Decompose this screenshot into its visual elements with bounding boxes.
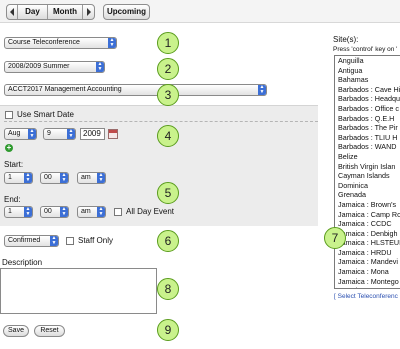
- start-minute-value: 00: [44, 174, 52, 181]
- select-arrows-icon: ▲ ▼: [96, 61, 104, 72]
- date-day-value: 9: [47, 130, 51, 137]
- add-date-icon[interactable]: +: [5, 144, 13, 152]
- site-option[interactable]: Jamaica : HRDU: [335, 248, 400, 258]
- event-type-value: Course Teleconference: [8, 39, 80, 46]
- site-option[interactable]: Barbados : Office c: [335, 104, 400, 114]
- select-arrows-icon: ▲ ▼: [97, 206, 105, 217]
- end-hour-select[interactable]: 1 ▲ ▼: [4, 206, 33, 218]
- site-option[interactable]: Jamaica : Montego: [335, 277, 400, 287]
- course-value: ACCT2017 Management Accounting: [8, 86, 122, 93]
- all-day-checkbox[interactable]: [114, 208, 122, 216]
- select-arrows-icon: ▲ ▼: [67, 128, 75, 139]
- calendar-icon[interactable]: [108, 129, 118, 139]
- reset-button[interactable]: Reset: [34, 325, 65, 337]
- select-teleconference-link-text[interactable]: Select Teleconferenc: [338, 293, 398, 300]
- site-option[interactable]: Barbados : Cave Hi: [335, 85, 400, 95]
- select-teleconference-link[interactable]: [ Select Teleconferenc: [334, 292, 398, 302]
- site-option[interactable]: Jamaica : CCDC: [335, 219, 400, 229]
- end-ampm-value: am: [81, 208, 91, 215]
- site-option[interactable]: Belize: [335, 152, 400, 162]
- toolbar: Day Month Upcoming: [0, 0, 400, 23]
- callout-9: 9: [157, 319, 179, 341]
- sites-listbox[interactable]: Anguilla Antigua Bahamas Barbados : Cave Hi…: [334, 55, 400, 289]
- sites-hint: Press 'control' key on ': [333, 46, 398, 53]
- callout-2: 2: [157, 58, 179, 80]
- site-option[interactable]: Barbados : Headqu: [335, 94, 400, 104]
- staff-only-label: Staff Only: [78, 236, 113, 245]
- end-label: End:: [4, 195, 21, 204]
- event-type-select[interactable]: Course Teleconference ▲ ▼: [4, 37, 117, 49]
- start-hour-value: 1: [8, 174, 12, 181]
- date-month-value: Aug: [8, 130, 21, 137]
- select-arrows-icon: ▲ ▼: [50, 235, 58, 246]
- end-minute-value: 00: [44, 208, 52, 215]
- use-smart-date-label: Use Smart Date: [17, 110, 74, 119]
- course-select[interactable]: ACCT2017 Management Accounting ▲ ▼: [4, 84, 267, 96]
- callout-5: 5: [157, 182, 179, 204]
- site-option[interactable]: Dominica: [335, 181, 400, 191]
- next-arrow-icon[interactable]: [83, 5, 94, 19]
- date-year-input[interactable]: 2009: [80, 128, 105, 140]
- end-ampm-select[interactable]: am ▲ ▼: [77, 206, 106, 218]
- start-ampm-select[interactable]: am ▲ ▼: [77, 172, 106, 184]
- select-arrows-icon: ▲ ▼: [24, 206, 32, 217]
- site-option[interactable]: Bahamas: [335, 75, 400, 85]
- staff-only-checkbox[interactable]: [66, 237, 74, 245]
- description-textarea[interactable]: [0, 268, 157, 314]
- site-option[interactable]: Antigua: [335, 66, 400, 76]
- start-hour-select[interactable]: 1 ▲ ▼: [4, 172, 33, 184]
- select-arrows-icon: ▲ ▼: [258, 84, 266, 95]
- site-option[interactable]: Grenada: [335, 190, 400, 200]
- status-select[interactable]: Confirmed ▲ ▼: [4, 235, 59, 247]
- site-option[interactable]: Jamaica : Camp Ro: [335, 210, 400, 220]
- date-day-select[interactable]: 9 ▲ ▼: [43, 128, 76, 140]
- select-arrows-icon: ▲ ▼: [24, 172, 32, 183]
- description-label: Description: [2, 258, 43, 267]
- end-hour-value: 1: [8, 208, 12, 215]
- site-option[interactable]: Jamaica : Mona: [335, 267, 400, 277]
- site-option[interactable]: Anguilla: [335, 56, 400, 66]
- site-option[interactable]: British Virgin Islan: [335, 162, 400, 172]
- term-value: 2008/2009 Summer: [8, 63, 70, 70]
- prev-arrow-icon[interactable]: [7, 5, 18, 19]
- save-button[interactable]: Save: [3, 325, 29, 337]
- select-arrows-icon: ▲ ▼: [60, 172, 68, 183]
- callout-4: 4: [157, 125, 179, 147]
- site-option[interactable]: Barbados : WAND: [335, 142, 400, 152]
- site-option[interactable]: Jamaica : Mandevi: [335, 257, 400, 267]
- start-ampm-value: am: [81, 174, 91, 181]
- select-arrows-icon: ▲ ▼: [108, 37, 116, 48]
- term-select[interactable]: 2008/2009 Summer ▲ ▼: [4, 61, 105, 73]
- callout-8: 8: [157, 278, 179, 300]
- date-month-select[interactable]: Aug ▲ ▼: [4, 128, 37, 140]
- upcoming-button[interactable]: Upcoming: [103, 4, 150, 20]
- sites-label: Site(s):: [333, 35, 359, 44]
- use-smart-date-checkbox[interactable]: [5, 111, 13, 119]
- callout-6: 6: [157, 230, 179, 252]
- start-label: Start:: [4, 160, 24, 169]
- site-option[interactable]: Jamaica : Morant E: [335, 286, 400, 288]
- select-arrows-icon: ▲ ▼: [97, 172, 105, 183]
- callout-3: 3: [157, 84, 179, 106]
- callout-1: 1: [157, 32, 179, 54]
- status-value: Confirmed: [8, 237, 41, 244]
- month-view-button[interactable]: Month: [48, 5, 83, 19]
- day-view-button[interactable]: Day: [18, 5, 48, 19]
- site-option[interactable]: Jamaica : Brown's: [335, 200, 400, 210]
- view-switcher: Day Month: [6, 4, 95, 20]
- select-arrows-icon: ▲ ▼: [28, 128, 36, 139]
- divider: [4, 121, 318, 122]
- end-minute-select[interactable]: 00 ▲ ▼: [40, 206, 69, 218]
- select-arrows-icon: ▲ ▼: [60, 206, 68, 217]
- site-option[interactable]: Barbados : Q.E.H: [335, 114, 400, 124]
- site-option[interactable]: Barbados : TLIU H: [335, 133, 400, 143]
- start-minute-select[interactable]: 00 ▲ ▼: [40, 172, 69, 184]
- site-option[interactable]: Cayman Islands: [335, 171, 400, 181]
- all-day-label: All Day Event: [126, 207, 175, 216]
- site-option[interactable]: Barbados : The Pir: [335, 123, 400, 133]
- callout-7: 7: [324, 227, 346, 249]
